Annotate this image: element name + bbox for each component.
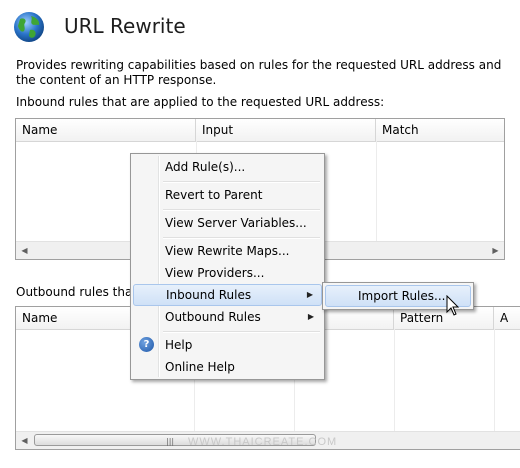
context-menu: Add Rule(s)... Revert to Parent View Ser… bbox=[130, 153, 325, 380]
submenu-arrow-icon: ▶ bbox=[307, 312, 314, 321]
menu-item-outbound-rules[interactable]: Outbound Rules ▶ bbox=[133, 306, 322, 328]
globe-icon bbox=[14, 12, 44, 42]
submenu-arrow-icon: ▶ bbox=[306, 290, 313, 299]
menu-item-help[interactable]: ? Help bbox=[133, 334, 322, 356]
menu-item-inbound-rules-label: Inbound Rules bbox=[166, 288, 252, 302]
menu-item-view-providers[interactable]: View Providers... bbox=[133, 262, 322, 284]
mouse-cursor-icon bbox=[446, 295, 460, 316]
scroll-right-arrow-icon[interactable]: ▶ bbox=[487, 242, 504, 259]
page-description: Provides rewriting capabilities based on… bbox=[16, 58, 502, 87]
column-header-name[interactable]: Name bbox=[16, 119, 196, 141]
inbound-table-header: Name Input Match bbox=[16, 119, 504, 142]
column-header-input[interactable]: Input bbox=[196, 119, 376, 141]
help-icon: ? bbox=[139, 337, 154, 352]
menu-item-view-rewrite-maps[interactable]: View Rewrite Maps... bbox=[133, 240, 322, 262]
watermark: WWW.THAICREATE.COM bbox=[188, 436, 338, 448]
menu-item-add-rules[interactable]: Add Rule(s)... bbox=[133, 156, 322, 178]
menu-item-online-help[interactable]: Online Help bbox=[133, 356, 322, 378]
column-header-action[interactable]: A bbox=[494, 307, 520, 329]
menu-item-view-server-variables[interactable]: View Server Variables... bbox=[133, 212, 322, 234]
menu-item-revert-to-parent[interactable]: Revert to Parent bbox=[133, 184, 322, 206]
scroll-left-arrow-icon[interactable]: ◀ bbox=[16, 242, 33, 259]
menu-item-outbound-rules-label: Outbound Rules bbox=[165, 310, 261, 324]
menu-item-help-label: Help bbox=[165, 338, 193, 352]
column-header-pattern[interactable]: Pattern bbox=[394, 307, 494, 329]
page-title: URL Rewrite bbox=[64, 14, 186, 38]
scroll-left-arrow-icon[interactable]: ◀ bbox=[16, 432, 33, 449]
outbound-rules-label: Outbound rules that a bbox=[16, 285, 149, 299]
column-header-match[interactable]: Match bbox=[376, 119, 504, 141]
menu-item-inbound-rules[interactable]: Inbound Rules ▶ bbox=[133, 284, 322, 306]
inbound-rules-label: Inbound rules that are applied to the re… bbox=[16, 95, 385, 109]
